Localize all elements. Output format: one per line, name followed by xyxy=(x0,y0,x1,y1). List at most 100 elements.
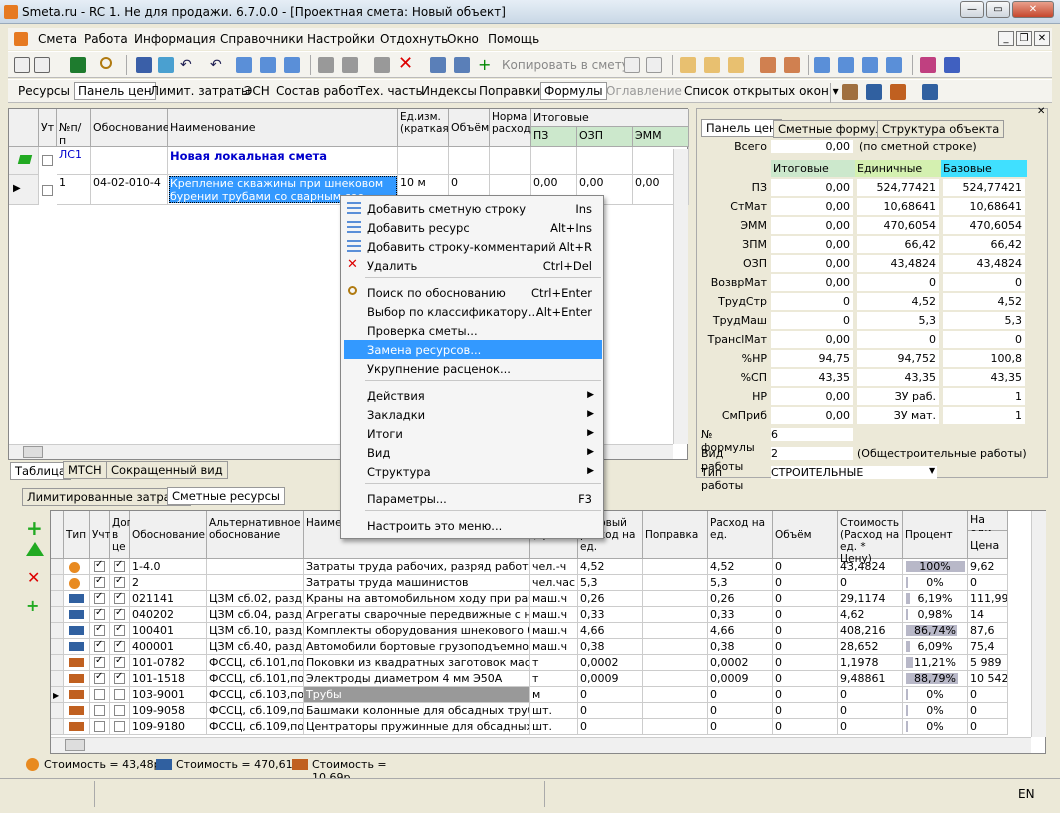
tab-price-panel-right[interactable]: Панель цен xyxy=(701,119,782,137)
dop-checkbox[interactable] xyxy=(114,575,125,588)
truck-blue2-icon[interactable] xyxy=(922,84,938,100)
tab-limit[interactable]: Лимит. затраты xyxy=(150,84,250,98)
res-fix[interactable] xyxy=(643,655,708,671)
col-name[interactable]: Наименование xyxy=(168,109,398,147)
menu-info[interactable]: Информация xyxy=(134,32,216,46)
menu-work[interactable]: Работа xyxy=(84,32,128,46)
book-blue-icon[interactable] xyxy=(944,57,960,73)
excel-icon[interactable] xyxy=(70,57,86,73)
menu-item-totals-submenu[interactable]: Итоги ▶ xyxy=(344,424,602,443)
res-price[interactable]: 14 xyxy=(968,607,1008,623)
panel-row-unit[interactable]: 43,4824 xyxy=(857,255,939,272)
res-price[interactable]: 75,4 xyxy=(968,639,1008,655)
panel-row-unit[interactable]: ЗУ мат. xyxy=(857,407,939,424)
move-down-icon[interactable] xyxy=(862,57,878,73)
row-basis[interactable]: 04-02-010-4 xyxy=(91,175,168,205)
menu-item-customize-menu[interactable]: Настроить это меню... xyxy=(344,516,602,535)
move-top-icon[interactable] xyxy=(814,57,830,73)
res-base[interactable]: 0,0009 xyxy=(578,671,643,687)
work-kind-select[interactable]: СТРОИТЕЛЬНЫЕ xyxy=(771,466,937,479)
menu-item-actions-submenu[interactable]: Действия ▶ xyxy=(344,386,602,405)
res-fix[interactable] xyxy=(643,719,708,735)
res-fix[interactable] xyxy=(643,703,708,719)
panel-row-base[interactable]: 66,42 xyxy=(943,236,1025,253)
col-num[interactable]: №п/п xyxy=(57,109,91,147)
res-fix[interactable] xyxy=(643,687,708,703)
panel-row-base[interactable]: 43,35 xyxy=(943,369,1025,386)
rows-add-icon[interactable] xyxy=(34,57,50,73)
res-col-rate[interactable]: Расход на ед. xyxy=(708,511,773,559)
panel-row-unit[interactable]: 470,6054 xyxy=(857,217,939,234)
add-sub-resource-icon[interactable]: + xyxy=(26,596,39,615)
mdi-minimize-button[interactable]: _ xyxy=(998,31,1014,46)
res-fix[interactable] xyxy=(643,607,708,623)
dop-checkbox[interactable] xyxy=(114,623,125,636)
ut-checkbox[interactable] xyxy=(94,591,105,604)
tab-toc[interactable]: Оглавление xyxy=(606,84,682,98)
menu-item-structure-submenu[interactable]: Структура ▶ xyxy=(344,462,602,481)
bricks-icon[interactable] xyxy=(890,84,906,100)
panel-row-unit[interactable]: 4,52 xyxy=(857,293,939,310)
menu-item-add-comment-row[interactable]: Добавить строку-комментарий Alt+R xyxy=(344,237,602,256)
resource-hscrollbar[interactable] xyxy=(51,737,1031,753)
panel-row-unit[interactable]: 524,77421 xyxy=(857,179,939,196)
refresh-icon[interactable] xyxy=(158,57,174,73)
col-price[interactable]: Цена xyxy=(968,531,1008,559)
col-ozp[interactable]: ОЗП xyxy=(577,127,633,147)
panel-row-unit[interactable]: 66,42 xyxy=(857,236,939,253)
panel-row-unit[interactable]: 0 xyxy=(857,274,939,291)
res-col-alt[interactable]: Альтернативное обоснование xyxy=(207,511,304,559)
language-indicator[interactable]: EN xyxy=(1018,787,1035,801)
copy-to-smeta-button[interactable]: Копировать в смету xyxy=(502,58,629,72)
menu-help[interactable]: Помощь xyxy=(488,32,539,46)
menu-smeta[interactable]: Смета xyxy=(38,32,77,46)
res-fix[interactable] xyxy=(643,623,708,639)
pk-icon[interactable] xyxy=(704,57,720,73)
panel-row-unit[interactable]: 10,68641 xyxy=(857,198,939,215)
res-base[interactable]: 0,33 xyxy=(578,607,643,623)
menu-item-select-by-classifier[interactable]: Выбор по классификатору... Alt+Enter xyxy=(344,302,602,321)
menu-item-delete[interactable]: ✕ Удалить Ctrl+Del xyxy=(344,256,602,275)
pp-icon[interactable] xyxy=(728,57,744,73)
tab-open-windows[interactable]: Список открытых окон ▾ xyxy=(684,84,839,98)
doc-export-icon[interactable] xyxy=(760,57,776,73)
res-price[interactable]: 0 xyxy=(968,703,1008,719)
menu-item-check-smeta[interactable]: Проверка сметы... xyxy=(344,321,602,340)
panel-row-base[interactable]: 0 xyxy=(943,331,1025,348)
res-col-pct[interactable]: Процент xyxy=(903,511,968,559)
panel-row-base[interactable]: 100,8 xyxy=(943,350,1025,367)
chevron-down-icon[interactable]: ▼ xyxy=(929,466,935,475)
menu-window[interactable]: Окно xyxy=(447,32,479,46)
add-green-icon[interactable]: + xyxy=(478,57,494,73)
dop-checkbox[interactable] xyxy=(114,671,125,684)
res-fix[interactable] xyxy=(643,575,708,591)
print-preview-icon[interactable] xyxy=(454,57,470,73)
dop-checkbox[interactable] xyxy=(114,721,125,732)
menu-settings[interactable]: Настройки xyxy=(307,32,375,46)
res-col-dop[interactable]: Доп в це xyxy=(110,511,134,559)
mdi-close-button[interactable]: ✕ xyxy=(1034,31,1050,46)
ut-checkbox[interactable] xyxy=(94,623,105,636)
panel-row-base[interactable]: 470,6054 xyxy=(943,217,1025,234)
delete-resource-icon[interactable]: ✕ xyxy=(27,568,40,587)
dop-checkbox[interactable] xyxy=(114,591,125,604)
col-emm[interactable]: ЭММ xyxy=(633,127,689,147)
res-col-vol[interactable]: Объём xyxy=(773,511,838,559)
menu-refs[interactable]: Справочники xyxy=(220,32,303,46)
res-fix[interactable] xyxy=(643,559,708,575)
print-icon[interactable] xyxy=(430,57,446,73)
tab-tech[interactable]: Тех. часть xyxy=(358,84,423,98)
panel-row-base[interactable]: 43,4824 xyxy=(943,255,1025,272)
ut-checkbox[interactable] xyxy=(94,559,105,572)
menu-item-search-by-basis[interactable]: Поиск по обоснованию Ctrl+Enter xyxy=(344,283,602,302)
indent-icon[interactable] xyxy=(236,57,252,73)
res-col-ut[interactable]: Учт xyxy=(90,511,111,559)
paste-icon[interactable] xyxy=(646,57,662,73)
ut-checkbox[interactable] xyxy=(94,689,105,700)
ut-checkbox[interactable] xyxy=(94,705,105,716)
rows-icon[interactable] xyxy=(14,57,30,73)
res-price[interactable]: 9,62 xyxy=(968,559,1008,575)
panel-row-base[interactable]: 524,77421 xyxy=(943,179,1025,196)
tab-fix[interactable]: Поправки xyxy=(479,84,540,98)
undo-list-icon[interactable]: ↶ xyxy=(210,57,226,73)
